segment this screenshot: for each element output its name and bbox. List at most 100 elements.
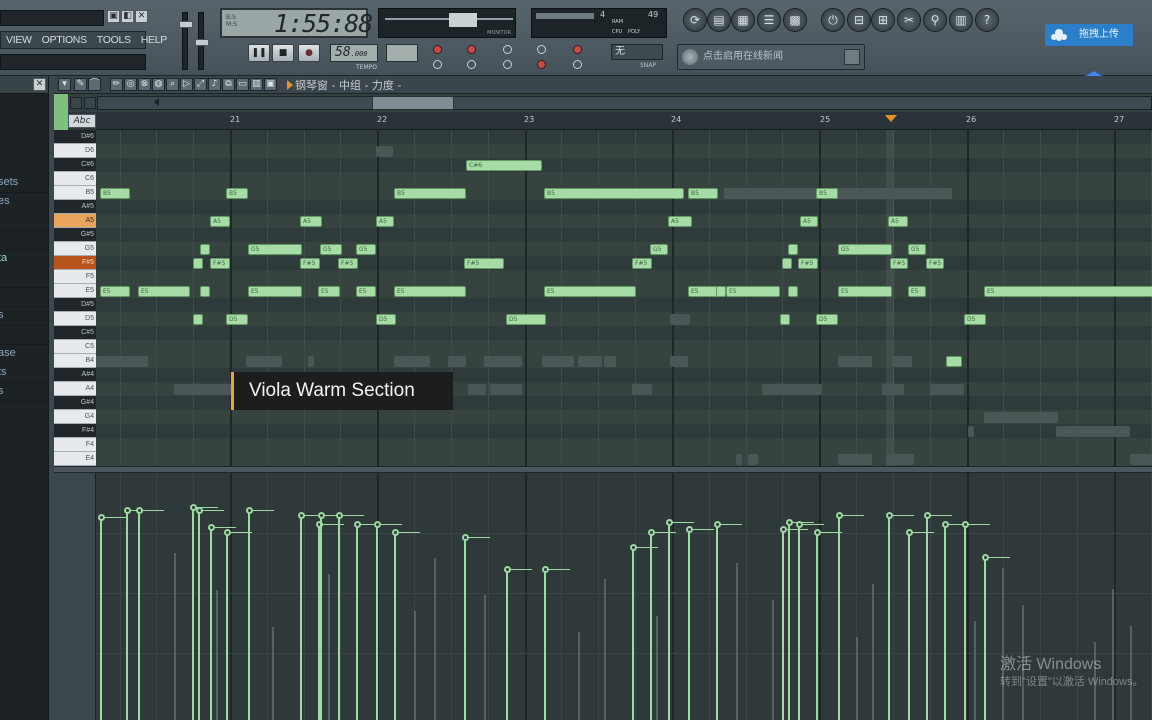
playlist-button[interactable]: ⟳ (683, 8, 707, 32)
overdub-toggle[interactable] (503, 60, 512, 69)
note[interactable] (788, 243, 798, 255)
piano-key[interactable]: F5 (54, 270, 96, 284)
event-splitter[interactable] (54, 466, 1152, 473)
piano-roll-tool-icon[interactable]: ⧉ (222, 78, 235, 91)
velocity-stem[interactable] (888, 516, 890, 720)
note[interactable]: D5 (816, 313, 838, 325)
piano-key[interactable]: C6 (54, 172, 96, 186)
piano-key[interactable]: G5 (54, 242, 96, 256)
piano-key[interactable]: F#5 (54, 256, 96, 270)
punch-led[interactable] (537, 60, 546, 69)
help-button[interactable]: ? (975, 8, 999, 32)
note[interactable]: E5 (544, 285, 636, 297)
velocity-stem[interactable] (376, 525, 378, 720)
note[interactable]: E5 (248, 285, 302, 297)
wait-toggle[interactable] (433, 60, 442, 69)
note[interactable]: F#5 (210, 257, 230, 269)
note[interactable]: F#5 (926, 257, 944, 269)
piano-key[interactable]: E5 (54, 284, 96, 298)
note[interactable] (193, 313, 203, 325)
note[interactable]: G5 (908, 243, 926, 255)
note[interactable] (788, 285, 798, 297)
note[interactable]: A5 (210, 215, 230, 227)
velocity-stem[interactable] (716, 525, 718, 720)
save-button[interactable]: ⊟ (847, 8, 871, 32)
note[interactable]: F#5 (632, 257, 652, 269)
note[interactable]: F#5 (300, 257, 320, 269)
note[interactable] (780, 313, 790, 325)
note[interactable]: F#5 (890, 257, 908, 269)
note[interactable]: E5 (318, 285, 340, 297)
velocity-stem[interactable] (838, 516, 840, 720)
note-names-button[interactable]: Abc (68, 114, 96, 128)
note[interactable]: B5 (100, 187, 130, 199)
note[interactable]: E5 (100, 285, 130, 297)
note[interactable]: G5 (356, 243, 376, 255)
note[interactable]: E5 (908, 285, 926, 297)
note[interactable]: G5 (248, 243, 302, 255)
velocity-stem[interactable] (984, 558, 986, 720)
note[interactable]: E5 (984, 285, 1152, 297)
export-button[interactable]: ⊞ (871, 8, 895, 32)
velocity-stem[interactable] (798, 525, 800, 720)
note[interactable]: B5 (544, 187, 684, 199)
browser-row[interactable]: s (0, 307, 48, 326)
song-time-display[interactable]: B:S M:S 1:55:88 (220, 8, 373, 38)
velocity-stem[interactable] (320, 516, 322, 720)
snap-select[interactable]: 无 (611, 44, 663, 60)
piano-roll-breadcrumb[interactable]: 钢琴窗 - 中组 - 力度 - (295, 77, 401, 93)
scroll-left-arrow-icon[interactable] (154, 98, 159, 106)
horizontal-scroll-thumb[interactable] (372, 96, 454, 110)
note[interactable]: G5 (320, 243, 342, 255)
piano-key[interactable]: A5 (54, 214, 96, 228)
velocity-stem[interactable] (356, 525, 358, 720)
velocity-stem[interactable] (544, 570, 546, 720)
velocity-stem[interactable] (926, 516, 928, 720)
velocity-stem[interactable] (210, 528, 212, 720)
browser-row[interactable] (0, 269, 48, 288)
search-button[interactable]: ⚲ (923, 8, 947, 32)
record-led[interactable] (433, 45, 442, 54)
browser-row[interactable] (0, 288, 48, 307)
piano-roll-tool-icon[interactable]: ⤢ (194, 78, 207, 91)
velocity-stem[interactable] (248, 511, 250, 720)
velocity-stem[interactable] (668, 523, 670, 720)
news-toggle-button[interactable] (844, 49, 860, 65)
velocity-stem[interactable] (300, 516, 302, 720)
velocity-stem[interactable] (198, 511, 200, 720)
typing-toggle[interactable] (573, 60, 582, 69)
menu-tools[interactable]: TOOLS (92, 34, 136, 46)
browser-row[interactable]: ta (0, 250, 48, 269)
menu-options[interactable]: OPTIONS (37, 34, 92, 46)
piano-key[interactable]: A#4 (54, 368, 96, 382)
note[interactable] (200, 243, 210, 255)
velocity-stem[interactable] (816, 533, 818, 720)
velocity-stem[interactable] (100, 518, 102, 720)
piano-key[interactable]: F4 (54, 438, 96, 452)
horizontal-scroll-track[interactable] (97, 96, 1152, 110)
note[interactable] (716, 285, 726, 297)
note[interactable] (946, 355, 962, 367)
piano-key[interactable]: G#5 (54, 228, 96, 242)
velocity-stem[interactable] (782, 530, 784, 720)
piano-roll-tool-icon[interactable]: ▷ (180, 78, 193, 91)
close-button[interactable]: ✕ (135, 10, 148, 23)
minimize-button[interactable]: ◧ (121, 10, 134, 23)
master-volume-slider[interactable] (179, 12, 193, 70)
piano-key[interactable]: D6 (54, 144, 96, 158)
note[interactable]: F#5 (338, 257, 358, 269)
piano-roll-tool-icon[interactable]: ⌕ (166, 78, 179, 91)
velocity-stem[interactable] (226, 533, 228, 720)
browser-close-button[interactable]: ✕ (33, 78, 46, 91)
piano-roll-tool-icon[interactable]: ▾ (58, 78, 71, 91)
note[interactable]: E5 (838, 285, 892, 297)
note-grid[interactable]: B5 B5 B5 B5 B5 B5 C#6 A5 A5 A5 A5 A5 A5 G5 G5 G5 G5 G5 G5 F… (96, 130, 1152, 466)
browser-row[interactable]: ase (0, 345, 48, 364)
loop-led[interactable] (573, 45, 582, 54)
cpu-reset-button[interactable]: ⏻ (821, 8, 845, 32)
note[interactable]: A5 (376, 215, 394, 227)
note[interactable]: A5 (668, 215, 692, 227)
piano-key[interactable]: A#5 (54, 200, 96, 214)
note[interactable]: E5 (726, 285, 780, 297)
menu-view[interactable]: VIEW (1, 34, 37, 46)
